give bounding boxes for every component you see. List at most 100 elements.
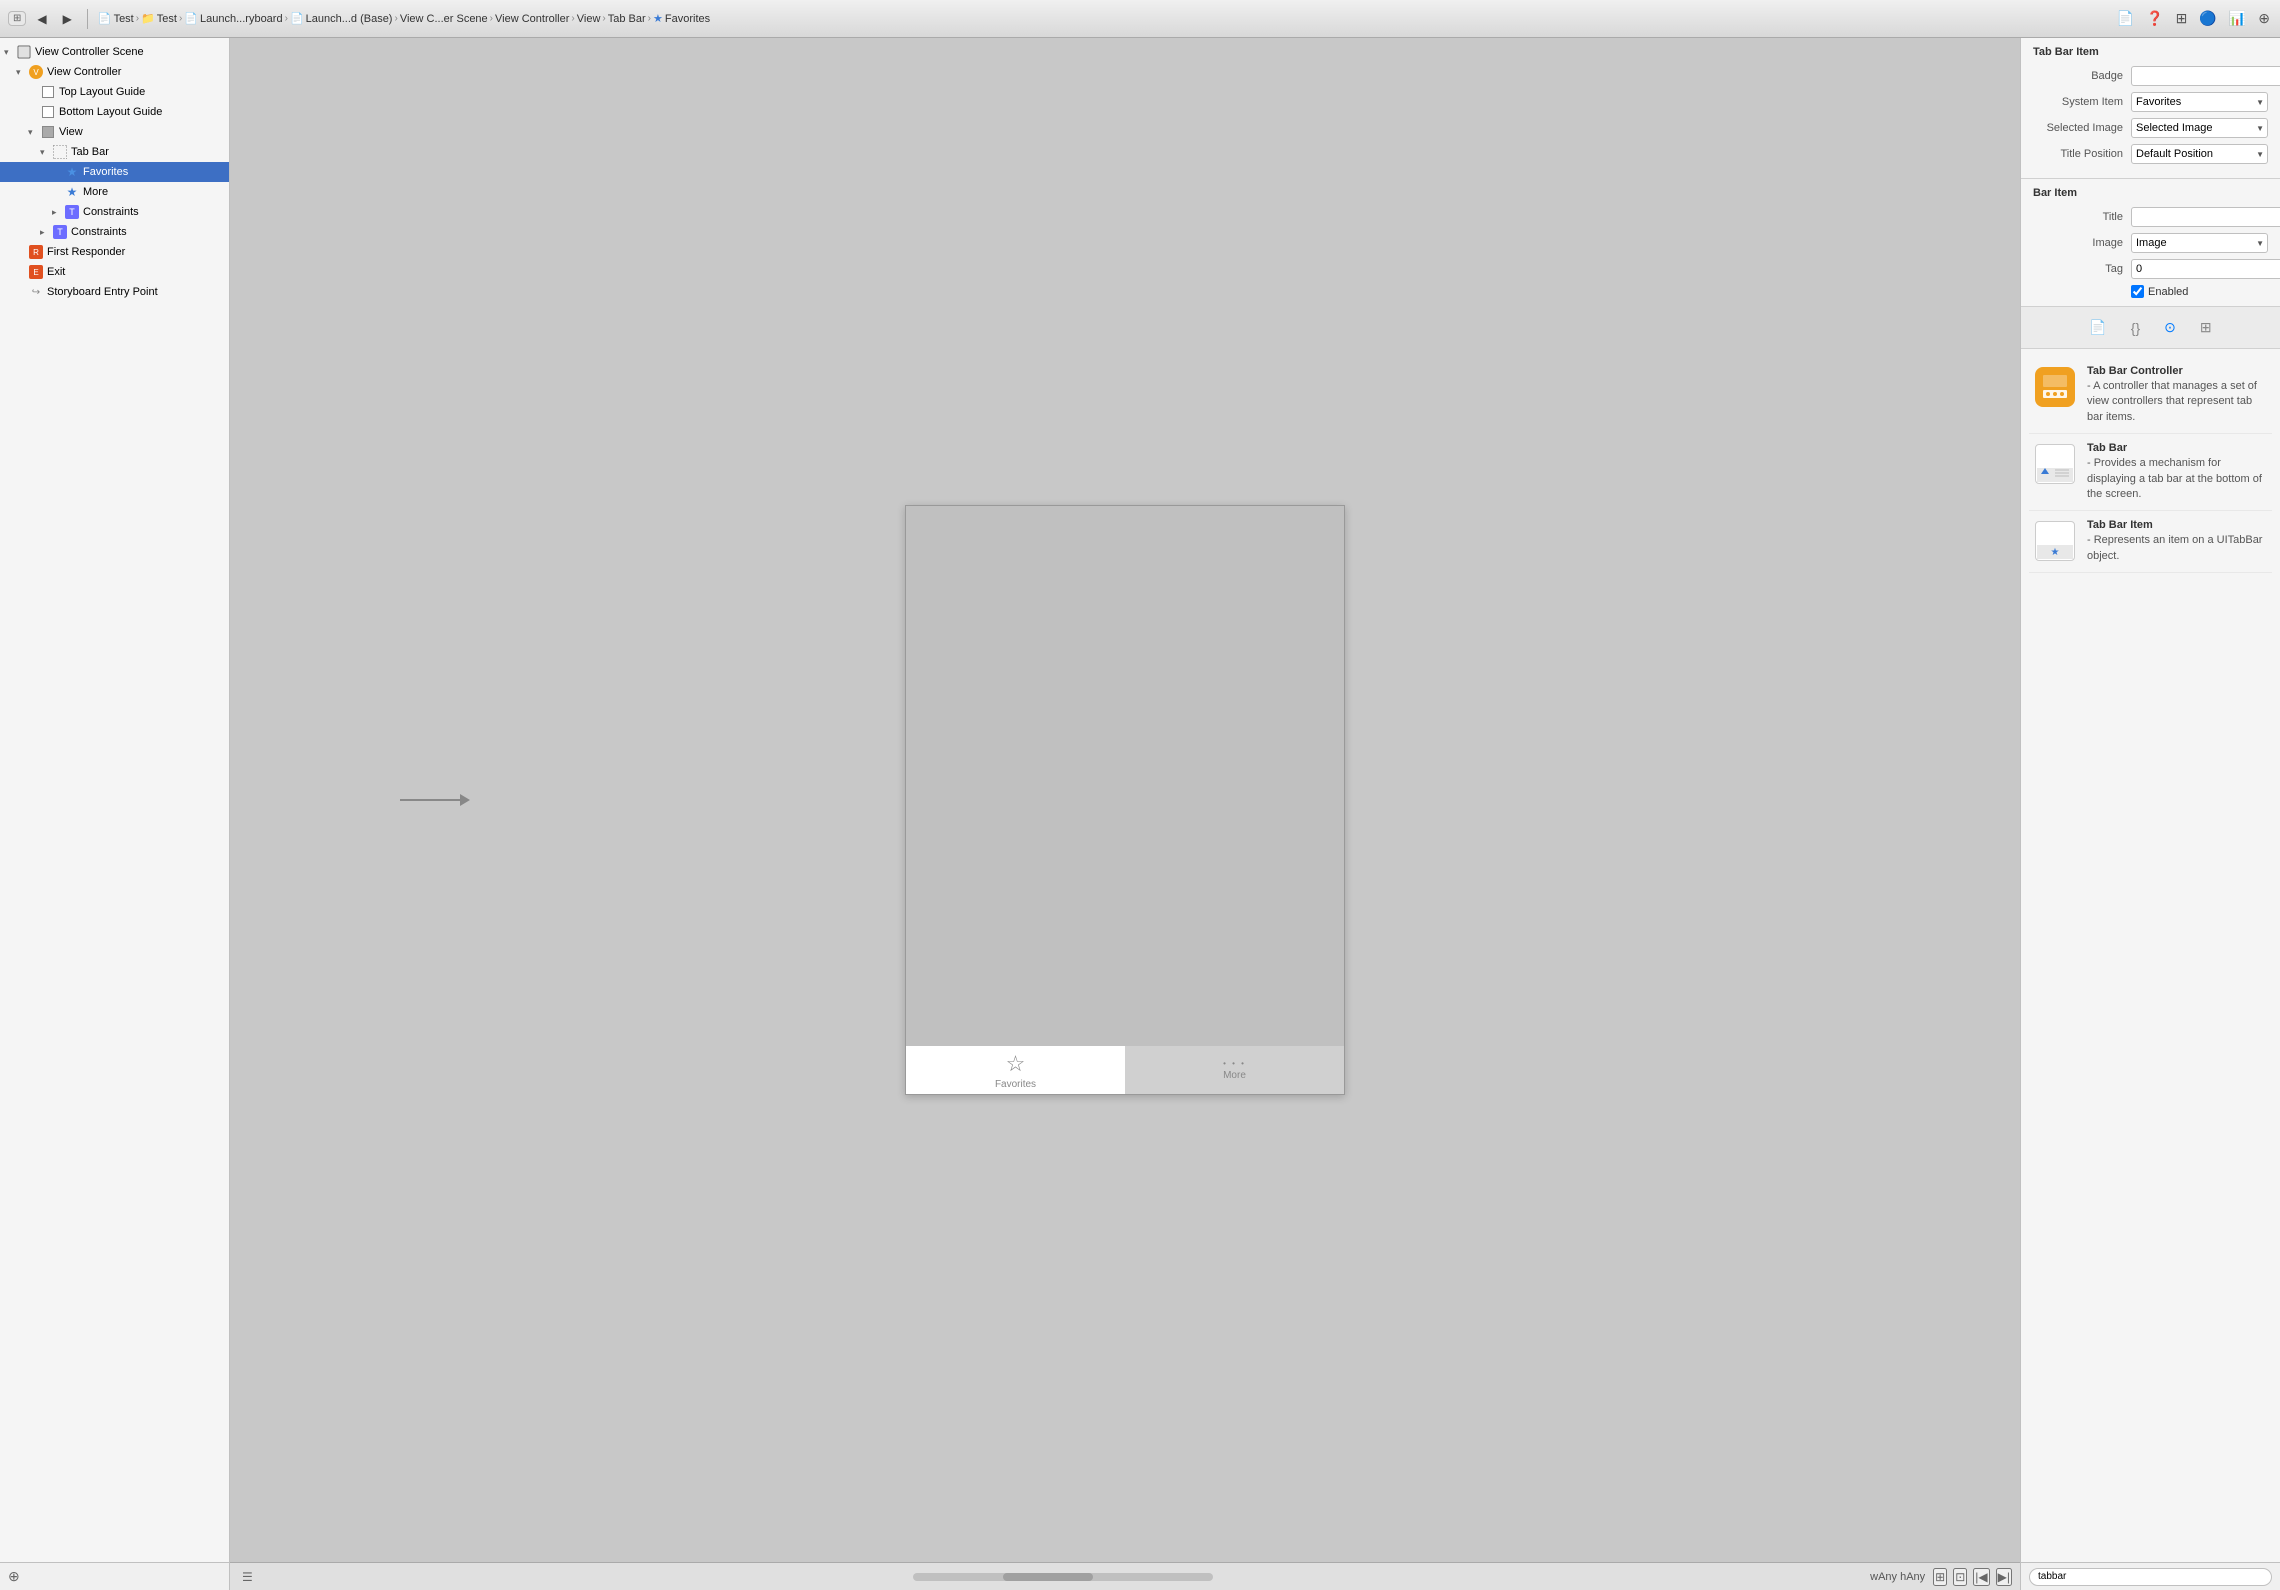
badge-input[interactable] xyxy=(2131,66,2280,86)
breadcrumb-tabbar[interactable]: Tab Bar xyxy=(608,13,646,25)
desc-tab-bar-icon-wrap xyxy=(2033,442,2077,486)
file-icon: 📄 xyxy=(98,12,112,25)
help-icon-btn[interactable]: ❓ xyxy=(2144,8,2165,29)
canvas-footer-icon3[interactable]: |◀ xyxy=(1973,1568,1989,1586)
desc-tab-bar-item: ★ Tab Bar Item - Represents an item on a… xyxy=(2029,511,2272,573)
tree-item-constraints-outer[interactable]: T Constraints xyxy=(0,222,229,242)
tree-item-tabbar[interactable]: Tab Bar xyxy=(0,142,229,162)
left-panel-bottom: ⊕ xyxy=(0,1562,229,1590)
title-position-select[interactable]: Default Position Above Image Below Image xyxy=(2131,144,2268,164)
new-file-icon-btn[interactable]: 📄 xyxy=(2115,8,2136,29)
title-input[interactable] xyxy=(2131,207,2280,227)
tree-label-bottom-layout: Bottom Layout Guide xyxy=(59,106,162,118)
tab-favorites-preview[interactable]: ☆ Favorites xyxy=(906,1046,1125,1094)
breadcrumb-vc[interactable]: View Controller xyxy=(495,13,569,25)
network-icon-btn[interactable]: 🔵 xyxy=(2197,8,2218,29)
tree-item-top-layout[interactable]: Top Layout Guide xyxy=(0,82,229,102)
tree-item-scene[interactable]: View Controller Scene xyxy=(0,42,229,62)
selected-image-select[interactable]: Selected Image xyxy=(2131,118,2268,138)
outline-tree: View Controller Scene V View Controller … xyxy=(0,38,229,1562)
toolbar: ⊞ ◀ ▶ 📄 Test › 📁 Test › 📄 Launch...ryboa… xyxy=(0,0,2280,38)
breadcrumb-launch2[interactable]: 📄 Launch...d (Base) xyxy=(290,12,393,25)
breadcrumb-launch1[interactable]: 📄 Launch...ryboard xyxy=(184,12,282,25)
desc-tab-bar-item-text: Tab Bar Item - Represents an item on a U… xyxy=(2087,519,2268,564)
desc-tab-bar-text: Tab Bar - Provides a mechanism for displ… xyxy=(2087,442,2268,502)
favorites-star-icon: ★ xyxy=(64,164,80,180)
tab-file-inspector[interactable]: 📄 xyxy=(2085,315,2110,340)
right-panel: Tab Bar Item Badge System Item Favorites… xyxy=(2020,38,2280,1590)
tree-arrow-view xyxy=(28,127,40,138)
bottom-layout-icon xyxy=(40,104,56,120)
tree-item-constraints-inner[interactable]: T Constraints xyxy=(0,202,229,222)
entry-point-icon: ↪ xyxy=(28,284,44,300)
exit-icon: E xyxy=(28,264,44,280)
tree-item-exit[interactable]: E Exit xyxy=(0,262,229,282)
tab-more-preview[interactable]: • • • More xyxy=(1125,1046,1344,1094)
desc-tab-bar-controller-title: Tab Bar Controller xyxy=(2087,365,2183,377)
device-frame: ☆ Favorites • • • More xyxy=(905,505,1345,1095)
canvas-footer-icons: ⊞ ⊡ |◀ ▶| xyxy=(1933,1568,2012,1586)
tree-label-scene: View Controller Scene xyxy=(35,46,144,58)
more-label-preview: More xyxy=(1223,1070,1246,1081)
system-item-label: System Item xyxy=(2033,96,2123,108)
desc-tab-bar-controller: Tab Bar Controller - A controller that m… xyxy=(2029,357,2272,434)
tree-item-view[interactable]: View xyxy=(0,122,229,142)
tab-bar-preview: ☆ Favorites • • • More xyxy=(906,1045,1344,1094)
tree-label-vc: View Controller xyxy=(47,66,121,78)
bar-item-section: Bar Item Title Image Image ▼ Tag xyxy=(2021,179,2280,307)
tab-size-inspector[interactable]: ⊞ xyxy=(2196,315,2216,340)
tree-item-first-responder[interactable]: R First Responder xyxy=(0,242,229,262)
desc-tab-bar: Tab Bar - Provides a mechanism for displ… xyxy=(2029,434,2272,511)
enabled-checkbox[interactable] xyxy=(2131,285,2144,298)
breadcrumb-favorites[interactable]: ★ Favorites xyxy=(653,12,710,25)
tab-quick-help[interactable]: {} xyxy=(2127,316,2144,340)
more-dots-preview: • • • xyxy=(1223,1059,1246,1068)
forward-button[interactable]: ▶ xyxy=(58,9,77,29)
center-canvas: ☆ Favorites • • • More ☰ wAny hAny xyxy=(230,38,2020,1590)
breadcrumb: 📄 Test › 📁 Test › 📄 Launch...ryboard › 📄… xyxy=(98,12,2109,25)
tag-input[interactable] xyxy=(2131,259,2280,279)
system-item-row: System Item Favorites More Custom ▼ xyxy=(2033,92,2268,112)
breadcrumb-vc-scene[interactable]: View C...er Scene xyxy=(400,13,488,25)
image-label: Image xyxy=(2033,237,2123,249)
left-panel-add-btn[interactable]: ⊕ xyxy=(8,1568,20,1585)
stats-icon-btn[interactable]: 📊 xyxy=(2227,8,2248,29)
badge-row: Badge xyxy=(2033,66,2268,86)
tree-item-vc[interactable]: V View Controller xyxy=(0,62,229,82)
inspector-descriptions: Tab Bar Controller - A controller that m… xyxy=(2021,349,2280,1562)
breadcrumb-test1[interactable]: 📄 Test xyxy=(98,12,134,25)
tree-label-more: More xyxy=(83,186,108,198)
canvas-footer-icon4[interactable]: ▶| xyxy=(1996,1568,2012,1586)
system-item-select[interactable]: Favorites More Custom xyxy=(2131,92,2268,112)
storyboard-icon: 📄 xyxy=(184,12,198,25)
layout-icon-btn[interactable]: ⊞ xyxy=(2174,8,2190,29)
tree-item-more[interactable]: ★ More xyxy=(0,182,229,202)
tree-item-entry-point[interactable]: ↪ Storyboard Entry Point xyxy=(0,282,229,302)
back-button[interactable]: ◀ xyxy=(32,9,51,29)
canvas-footer-icon2[interactable]: ⊡ xyxy=(1953,1568,1967,1586)
add-icon-btn[interactable]: ⊕ xyxy=(2256,8,2272,29)
image-select[interactable]: Image xyxy=(2131,233,2268,253)
tree-label-entry-point: Storyboard Entry Point xyxy=(47,286,158,298)
tree-label-exit: Exit xyxy=(47,266,65,278)
tree-item-favorites[interactable]: ★ Favorites xyxy=(0,162,229,182)
breadcrumb-test2[interactable]: 📁 Test xyxy=(141,12,177,25)
storyboard-entry-arrow xyxy=(400,794,470,806)
enabled-label: Enabled xyxy=(2148,286,2188,298)
tree-arrow-constraints-inner xyxy=(52,207,64,218)
tree-arrow-tabbar xyxy=(40,147,52,158)
tag-label: Tag xyxy=(2033,263,2123,275)
panel-toggle-btn[interactable]: ☰ xyxy=(238,1568,257,1586)
tab-attributes-inspector[interactable]: ⊙ xyxy=(2160,315,2180,340)
bar-item-title: Bar Item xyxy=(2033,187,2268,199)
tabbar-icon xyxy=(52,144,68,160)
breadcrumb-view[interactable]: View xyxy=(577,13,601,25)
canvas-footer-icon1[interactable]: ⊞ xyxy=(1933,1568,1947,1586)
system-item-select-wrap: Favorites More Custom ▼ xyxy=(2131,92,2268,112)
toolbar-separator xyxy=(87,9,88,29)
tab-bar-item-desc-icon: ★ xyxy=(2035,521,2075,561)
search-input[interactable] xyxy=(2029,1568,2272,1586)
folder-icon: 📁 xyxy=(141,12,155,25)
tree-label-first-responder: First Responder xyxy=(47,246,125,258)
tree-item-bottom-layout[interactable]: Bottom Layout Guide xyxy=(0,102,229,122)
